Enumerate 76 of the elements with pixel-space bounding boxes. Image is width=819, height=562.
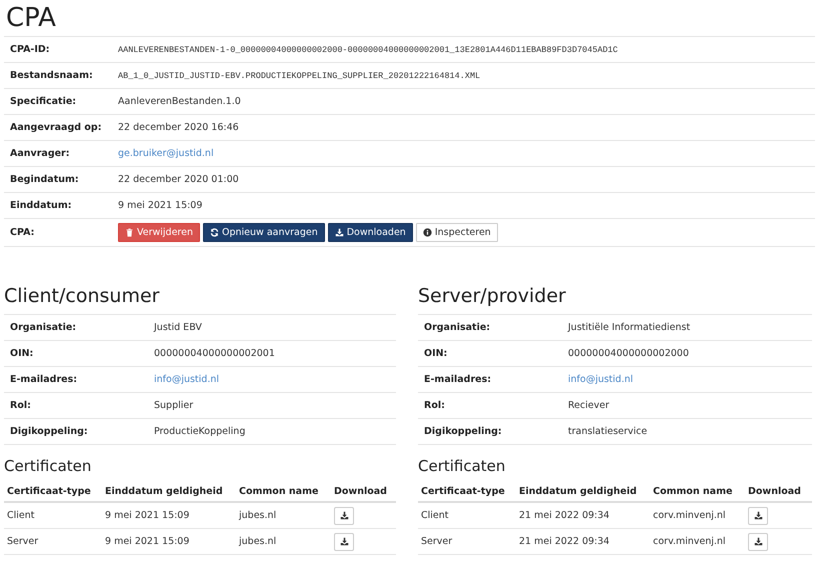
download-icon — [754, 537, 762, 546]
field-label: Specificatie: — [9, 96, 78, 107]
field-value: 00000004000000002001 — [154, 348, 276, 359]
field-value: AANLEVERENBESTANDEN-1-0_00000004000000002000-00000004000000002001_13E2801A446D11EBAB89FD3D7045AD1C — [118, 44, 619, 54]
section-title: Certificaten — [4, 457, 92, 475]
field-value: translatieservice — [568, 426, 648, 437]
table-cell: Server — [4, 529, 102, 555]
field-label: E-mailadres: — [423, 374, 492, 385]
field-value: Justitiële Informatiedienst — [568, 322, 692, 333]
inspect-button[interactable]: Inspecteren — [416, 223, 498, 242]
field-label: Organisatie: — [9, 322, 78, 333]
renew-button[interactable]: Opnieuw aanvragen — [203, 223, 325, 242]
field-label: OIN: — [9, 348, 34, 359]
field-label: Bestandsnaam: — [9, 70, 94, 81]
table-cell: Server — [418, 529, 516, 555]
page-title: CPA — [5, 2, 57, 35]
column-header: Certificaat-type — [418, 481, 516, 503]
table-cell: corv.minvenj.nl — [650, 529, 745, 555]
email-link[interactable]: ge.bruiker@justid.nl — [118, 148, 214, 159]
table-cell: corv.minvenj.nl — [650, 503, 745, 529]
table-cell: 21 mei 2022 09:34 — [516, 503, 650, 529]
table-cell: jubes.nl — [236, 503, 331, 529]
column-header: Download — [745, 481, 812, 503]
field-label: OIN: — [423, 348, 448, 359]
download-icon — [334, 228, 344, 237]
field-label: Aanvrager: — [9, 148, 71, 159]
column-header: Certificaat-type — [4, 481, 102, 503]
trash-icon — [125, 228, 134, 237]
field-value: 22 december 2020 16:46 — [118, 122, 240, 133]
email-link[interactable]: info@justid.nl — [568, 374, 634, 385]
email-link[interactable]: info@justid.nl — [154, 374, 220, 385]
field-value: AanleverenBestanden.1.0 — [118, 96, 242, 107]
field-label: Einddatum: — [9, 200, 73, 211]
download-button[interactable] — [334, 506, 354, 524]
download-icon — [754, 511, 762, 520]
column-header: Download — [331, 481, 396, 503]
delete-button[interactable]: Verwijderen — [118, 223, 200, 242]
section-title: Certificaten — [418, 457, 506, 475]
field-label: E-mailadres: — [9, 374, 78, 385]
column-header: Common name — [650, 481, 745, 503]
field-label: CPA-ID: — [9, 44, 51, 55]
field-label: Rol: — [9, 400, 32, 411]
download-button[interactable] — [748, 506, 768, 524]
table-cell: 9 mei 2021 15:09 — [102, 503, 236, 529]
download-button[interactable] — [334, 532, 354, 550]
field-value: 00000004000000002000 — [568, 348, 690, 359]
download-icon — [340, 511, 348, 520]
column-header: Einddatum geldigheid — [102, 481, 236, 503]
field-value: Justid EBV — [154, 322, 203, 333]
field-value: Reciever — [568, 400, 610, 411]
field-value: 22 december 2020 01:00 — [118, 174, 240, 185]
field-label: Aangevraagd op: — [9, 122, 103, 133]
table-cell: 21 mei 2022 09:34 — [516, 529, 650, 555]
field-label: Digikoppeling: — [9, 426, 89, 437]
section-title: Client/consumer — [4, 284, 160, 309]
table-cell: 9 mei 2021 15:09 — [102, 529, 236, 555]
field-value: Supplier — [154, 400, 194, 411]
column-header: Einddatum geldigheid — [516, 481, 650, 503]
info-icon — [422, 228, 432, 237]
download-button[interactable]: Downloaden — [328, 223, 413, 242]
table-cell: jubes.nl — [236, 529, 331, 555]
table-cell: Client — [4, 503, 102, 529]
download-icon — [340, 537, 348, 546]
field-label: Digikoppeling: — [423, 426, 503, 437]
field-label: Organisatie: — [423, 322, 492, 333]
field-value: ProductieKoppeling — [154, 426, 246, 437]
field-label: Begindatum: — [9, 174, 80, 185]
field-value: 9 mei 2021 15:09 — [118, 200, 204, 211]
refresh-icon — [210, 228, 219, 237]
field-value: AB_1_0_JUSTID_JUSTID-EBV.PRODUCTIEKOPPELING_SUPPLIER_20201222164814.XML — [118, 70, 482, 80]
section-title: Server/provider — [418, 284, 567, 309]
table-cell: Client — [418, 503, 516, 529]
column-header: Common name — [236, 481, 331, 503]
download-button[interactable] — [748, 532, 768, 550]
field-label: Rol: — [423, 400, 446, 411]
field-label: CPA: — [9, 227, 36, 238]
